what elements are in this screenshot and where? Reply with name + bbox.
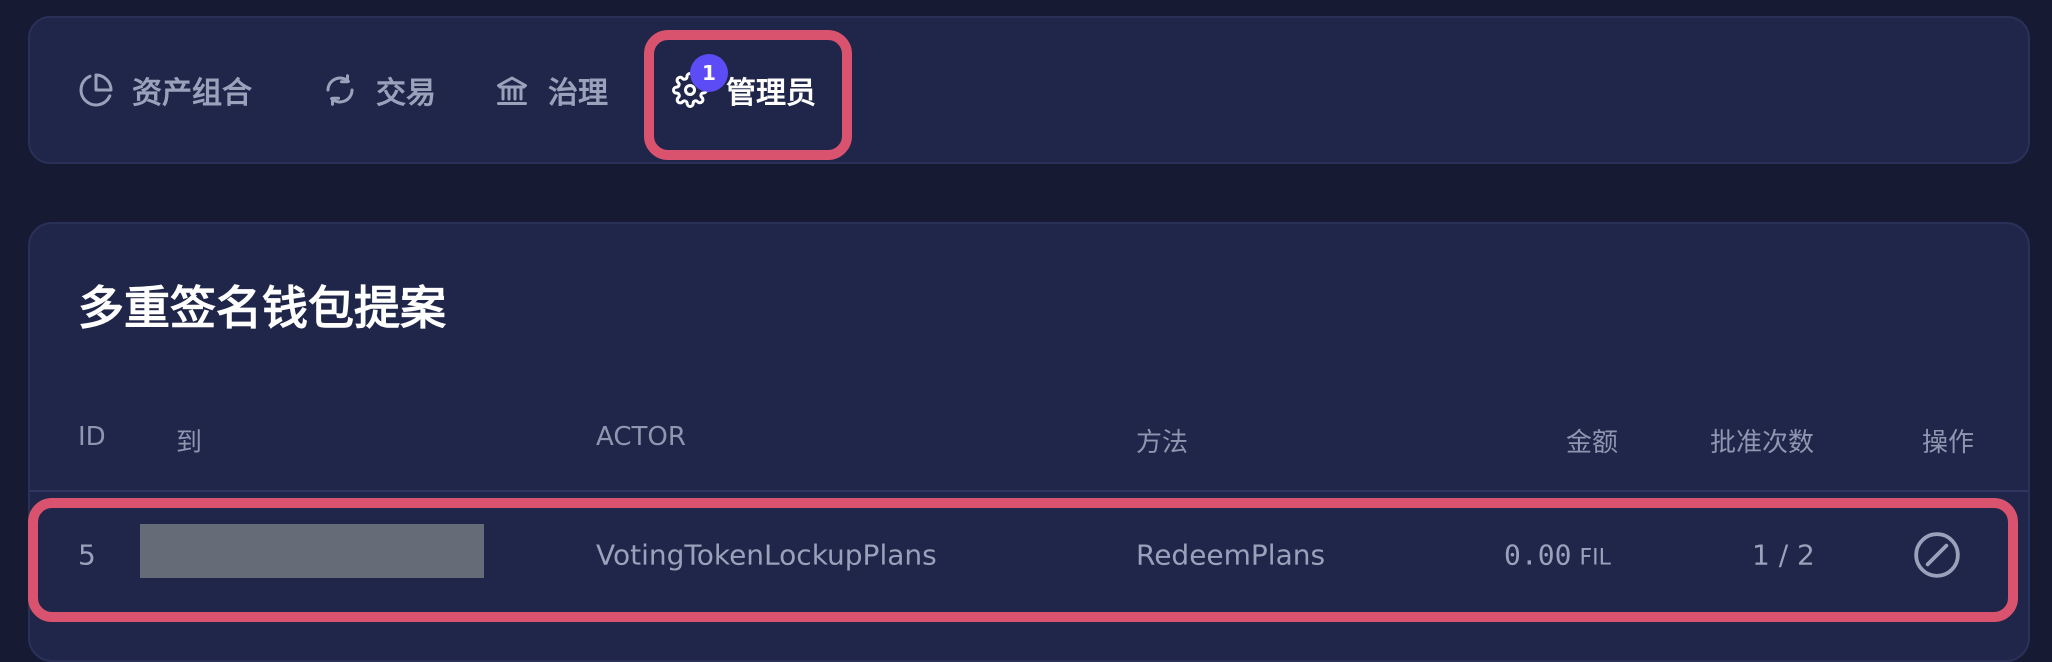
nav-item-label: 治理: [548, 76, 608, 111]
amount-value: 0.00: [1504, 538, 1572, 572]
nav-item-label: 管理员: [726, 76, 816, 111]
notification-badge: 1: [690, 54, 728, 92]
top-nav: 资产组合 交易 治理 1 管理员: [28, 16, 2030, 164]
proposal-method: RedeemPlans: [1136, 538, 1326, 572]
column-header-action: 操作: [1922, 428, 1975, 458]
proposal-actor: VotingTokenLockupPlans: [596, 538, 937, 572]
proposal-id: 5: [78, 538, 96, 572]
bank-icon: [492, 70, 532, 110]
column-header-method: 方法: [1136, 428, 1189, 458]
nav-item-admin[interactable]: 1 管理员: [670, 18, 816, 162]
nav-item-label: 资产组合: [132, 76, 252, 111]
pie-chart-icon: [76, 70, 116, 110]
refresh-icon: [320, 70, 360, 110]
cancel-icon[interactable]: [1912, 530, 1962, 580]
table-row[interactable]: 5 VotingTokenLockupPlans RedeemPlans 0.0…: [30, 494, 2028, 616]
column-header-approvals: 批准次数: [1710, 428, 1815, 458]
page-title: 多重签名钱包提案: [78, 281, 446, 335]
nav-item-portfolio[interactable]: 资产组合: [76, 18, 252, 162]
column-header-id: ID: [78, 422, 106, 452]
column-header-actor: ACTOR: [596, 422, 686, 452]
nav-item-governance[interactable]: 治理: [492, 18, 608, 162]
nav-item-label: 交易: [376, 76, 436, 111]
multisig-proposals-card: 多重签名钱包提案 ID 到 ACTOR 方法 金额 批准次数 操作 5 Voti…: [28, 222, 2030, 662]
column-header-amount: 金额: [1566, 428, 1619, 458]
redacted-address: [140, 524, 484, 578]
nav-item-trade[interactable]: 交易: [320, 18, 436, 162]
table-header-divider: [30, 490, 2028, 492]
column-header-to: 到: [176, 428, 203, 458]
proposal-amount: 0.00 FIL: [1504, 539, 1611, 572]
proposal-approvals: 1 / 2: [1752, 538, 1815, 572]
gear-icon: 1: [670, 54, 728, 110]
amount-unit: FIL: [1579, 545, 1611, 571]
